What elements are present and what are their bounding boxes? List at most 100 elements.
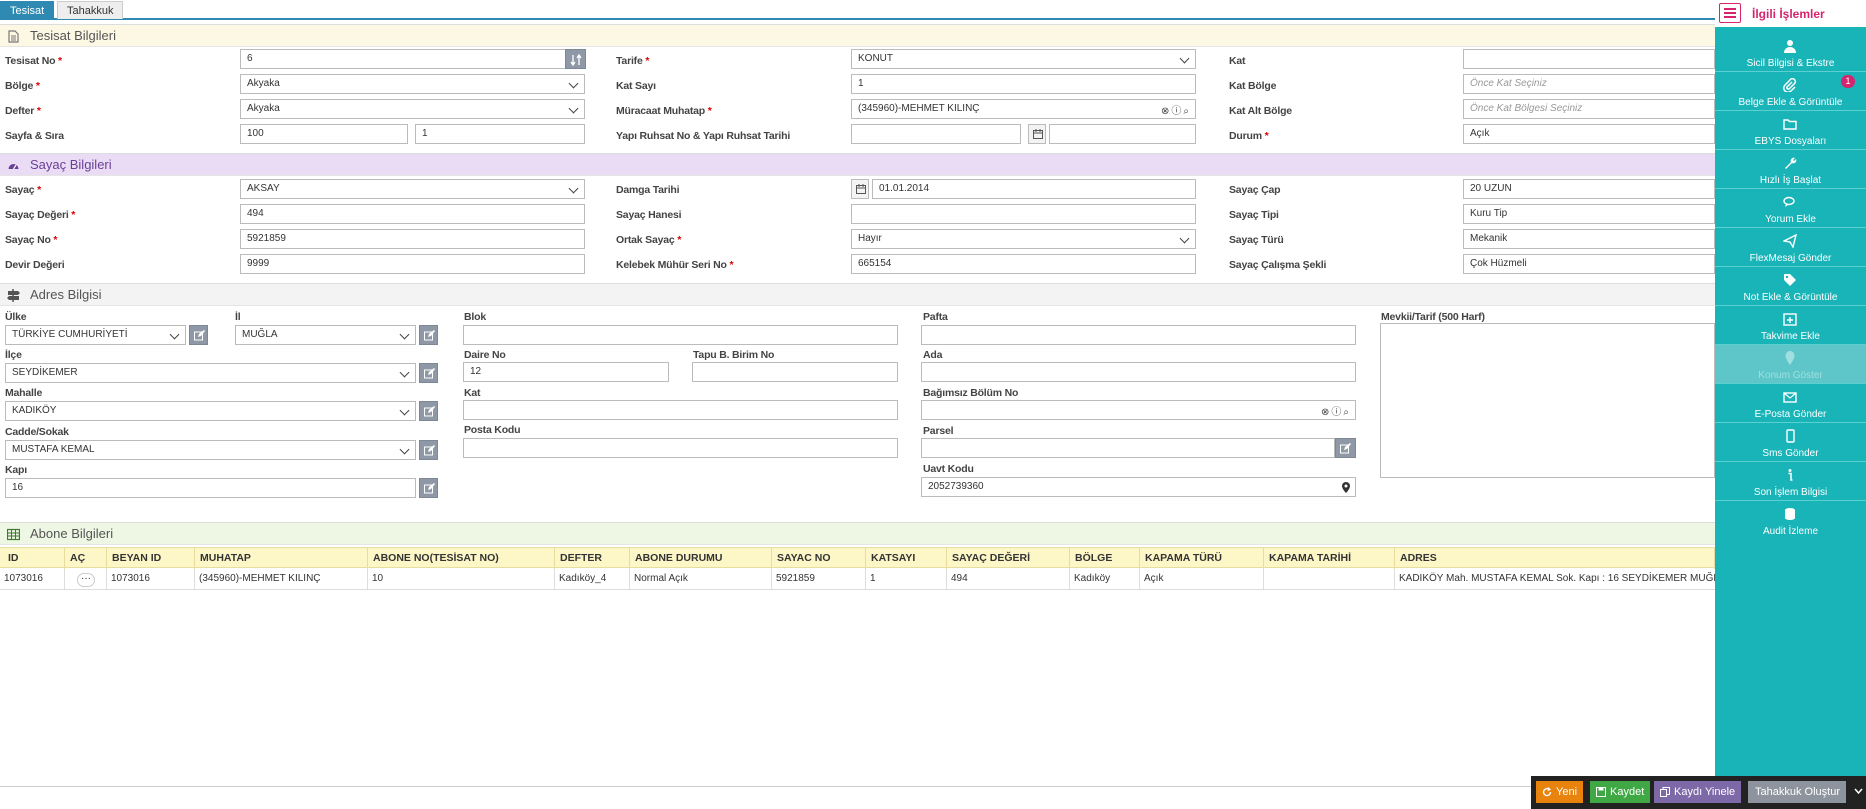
sayac-turu-input[interactable]: Mekanik — [1463, 229, 1715, 249]
tarife-select[interactable]: KONUT — [851, 49, 1196, 69]
column-header[interactable]: SAYAC NO — [772, 548, 866, 569]
sidebar-item-not[interactable]: Not Ekle & Görüntüle — [1715, 267, 1866, 306]
sidebar-item-audit[interactable]: Audit İzleme — [1715, 501, 1866, 540]
edit-button[interactable] — [419, 363, 438, 383]
edit-icon — [424, 406, 435, 417]
bolge-label: Bölge * — [5, 80, 40, 92]
sayac-no-input[interactable]: 5921859 — [240, 229, 585, 249]
ulke-select[interactable]: TÜRKİYE CUMHURİYETİ — [5, 325, 186, 345]
sidebar-item-ebys[interactable]: EBYS Dosyaları — [1715, 111, 1866, 150]
column-header[interactable]: AÇ — [65, 548, 107, 569]
kaydi-yinele-button[interactable]: Kaydı Yinele — [1654, 781, 1742, 803]
sira-input[interactable]: 1 — [415, 124, 585, 144]
durum-input[interactable]: Açık — [1463, 124, 1715, 144]
column-header[interactable]: BEYAN ID — [107, 548, 195, 569]
edit-button[interactable] — [419, 440, 438, 460]
edit-button[interactable] — [1335, 438, 1356, 458]
tapu-input[interactable] — [692, 362, 898, 382]
sidebar-item-takvim[interactable]: Takvime Ekle — [1715, 306, 1866, 345]
kat-alt-bolge-select[interactable]: Önce Kat Bölgesi Seçiniz — [1463, 99, 1715, 119]
sort-button[interactable] — [565, 49, 586, 69]
sayfa-input[interactable]: 100 — [240, 124, 408, 144]
cadde-select[interactable]: MUSTAFA KEMAL — [5, 440, 416, 460]
il-select[interactable]: MUĞLA — [235, 325, 416, 345]
hamburger-menu-icon[interactable] — [1719, 3, 1741, 23]
map-marker-icon[interactable] — [1342, 482, 1350, 493]
sidebar-item-sicil[interactable]: Sicil Bilgisi & Ekstre — [1715, 33, 1866, 72]
pafta-input[interactable] — [921, 325, 1356, 345]
sayac-hanesi-input[interactable] — [851, 204, 1196, 224]
sidebar-item-yorum[interactable]: Yorum Ekle — [1715, 189, 1866, 228]
posta-input[interactable] — [463, 438, 898, 458]
edit-button[interactable] — [419, 478, 438, 498]
ada-input[interactable] — [921, 362, 1356, 382]
kat-sayi-input[interactable]: 1 — [851, 74, 1196, 94]
column-header[interactable]: ABONE NO(TESİSAT NO) — [368, 548, 555, 569]
calendar-button[interactable] — [1028, 124, 1046, 144]
chevron-down-icon[interactable] — [1854, 788, 1863, 795]
ilce-select[interactable]: SEYDİKEMER — [5, 363, 416, 383]
sayac-select[interactable]: AKSAY — [240, 179, 585, 199]
adres-kat-input[interactable] — [463, 400, 898, 420]
adres-kat-label: Kat — [464, 387, 481, 399]
parsel-input[interactable] — [921, 438, 1335, 458]
ortak-sayac-select[interactable]: Hayır — [851, 229, 1196, 249]
clear-info-search-icons[interactable]: ⊗ⓘ⌕ — [1161, 103, 1191, 118]
sayac-cap-input[interactable]: 20 UZUN — [1463, 179, 1715, 199]
blok-input[interactable] — [463, 325, 898, 345]
column-header[interactable]: ID — [3, 548, 65, 569]
sidebar-item-eposta[interactable]: E-Posta Gönder — [1715, 384, 1866, 423]
sayac-tipi-input[interactable]: Kuru Tip — [1463, 204, 1715, 224]
mahalle-select[interactable]: KADIKÖY — [5, 401, 416, 421]
mevkii-textarea[interactable] — [1380, 323, 1715, 478]
yapi-ruhsat-no-input[interactable] — [851, 124, 1021, 144]
bolge-select[interactable]: Akyaka — [240, 74, 585, 94]
sidebar-item-flexmesaj[interactable]: FlexMesaj Gönder — [1715, 228, 1866, 267]
sidebar-item-hizli-is[interactable]: Hızlı İş Başlat — [1715, 150, 1866, 189]
sayac-degeri-input[interactable]: 494 — [240, 204, 585, 224]
tab-tesisat[interactable]: Tesisat — [0, 1, 55, 19]
sidebar-item-sms[interactable]: Sms Gönder — [1715, 423, 1866, 462]
tahakkuk-olustur-button[interactable]: Tahakkuk Oluştur — [1748, 781, 1846, 803]
column-header[interactable]: KAPAMA TARİHİ — [1264, 548, 1395, 569]
tab-tahakkuk[interactable]: Tahakkuk — [57, 1, 124, 19]
kelebek-input[interactable]: 665154 — [851, 254, 1196, 274]
kapi-input[interactable]: 16 — [5, 478, 416, 498]
kat-input[interactable] — [1463, 49, 1715, 69]
kat-bolge-select[interactable]: Önce Kat Seçiniz — [1463, 74, 1715, 94]
daire-input[interactable]: 12 — [463, 362, 669, 382]
devir-degeri-input[interactable]: 9999 — [240, 254, 585, 274]
column-header[interactable]: DEFTER — [555, 548, 630, 569]
column-header[interactable]: KATSAYI — [866, 548, 947, 569]
column-header[interactable]: ADRES — [1395, 548, 1715, 569]
yapi-ruhsat-tarihi-input[interactable] — [1049, 124, 1196, 144]
column-header[interactable]: ABONE DURUMU — [630, 548, 772, 569]
column-header[interactable]: BÖLGE — [1070, 548, 1140, 569]
edit-button[interactable] — [189, 325, 208, 345]
muracaat-input[interactable]: (345960)-MEHMET KILINÇ ⊗ⓘ⌕ — [851, 99, 1196, 119]
clear-info-search-icons[interactable]: ⊗ⓘ⌕ — [1321, 404, 1351, 419]
sidebar-item-belge[interactable]: Belge Ekle & Görüntüle 1 — [1715, 72, 1866, 111]
row-menu-button[interactable]: ··· — [65, 569, 107, 590]
table-row[interactable]: 1073016 ··· 1073016 (345960)-MEHMET KILI… — [0, 569, 1715, 590]
signpost-icon — [7, 289, 20, 302]
edit-button[interactable] — [419, 325, 438, 345]
sidebar-item-son-islem[interactable]: Son İşlem Bilgisi — [1715, 462, 1866, 501]
kaydet-button[interactable]: Kaydet — [1590, 781, 1651, 803]
damga-tarihi-input[interactable]: 01.01.2014 — [872, 179, 1196, 199]
tesisat-no-input[interactable]: 6 — [240, 49, 585, 69]
calisma-input[interactable]: Çok Hüzmeli — [1463, 254, 1715, 274]
column-header[interactable]: SAYAÇ DEĞERİ — [947, 548, 1070, 569]
yeni-button[interactable]: Yeni — [1536, 781, 1584, 803]
defter-select[interactable]: Akyaka — [240, 99, 585, 119]
column-header[interactable]: KAPAMA TÜRÜ — [1140, 548, 1264, 569]
column-header[interactable]: MUHATAP — [195, 548, 368, 569]
uavt-input[interactable]: 2052739360 — [921, 477, 1356, 497]
chevron-down-icon — [399, 367, 410, 378]
calendar-button[interactable] — [851, 179, 869, 199]
pafta-label: Pafta — [923, 311, 948, 323]
tapu-label: Tapu B. Birim No — [693, 349, 775, 361]
edit-button[interactable] — [419, 401, 438, 421]
bagimsiz-input[interactable]: ⊗ⓘ⌕ — [921, 400, 1356, 420]
sidebar-item-konum[interactable]: Konum Göster — [1715, 345, 1866, 384]
